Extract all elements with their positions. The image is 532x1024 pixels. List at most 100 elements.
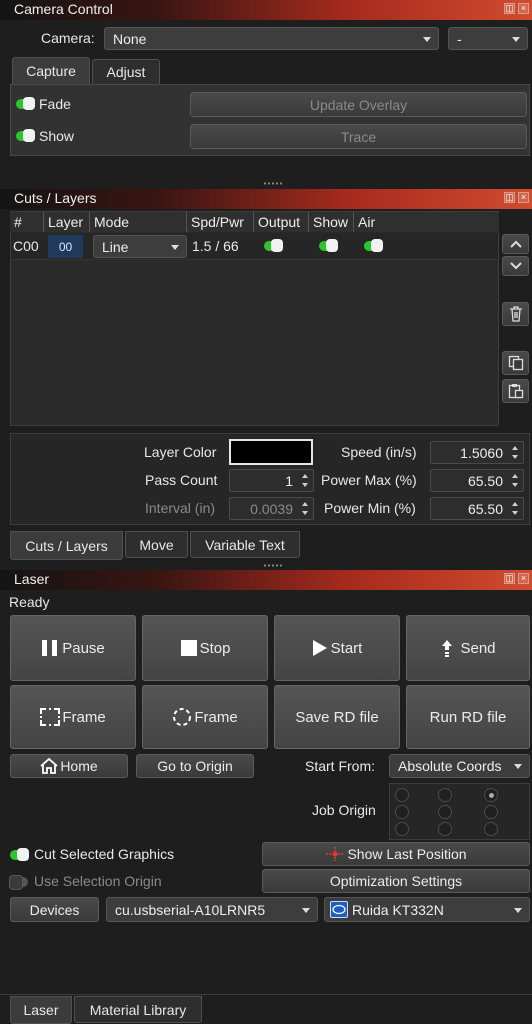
fade-toggle[interactable] <box>16 97 35 110</box>
stop-label: Stop <box>199 639 231 657</box>
start-from-label: Start From: <box>305 758 376 774</box>
tab-laser[interactable]: Laser <box>10 996 72 1024</box>
row-show-toggle[interactable] <box>319 239 338 252</box>
pause-icon <box>42 640 58 656</box>
origin-radio-bl[interactable] <box>395 822 409 836</box>
layer-color-chip[interactable]: 00 <box>48 235 83 258</box>
tab-variable-text[interactable]: Variable Text <box>190 531 300 558</box>
trace-button[interactable]: Trace <box>190 124 527 149</box>
tab-adjust[interactable]: Adjust <box>92 59 160 85</box>
cut-selected-toggle[interactable] <box>10 848 29 861</box>
table-row[interactable] <box>11 233 498 260</box>
row-air-toggle[interactable] <box>364 239 383 252</box>
home-button[interactable]: Home <box>10 754 128 778</box>
pass-count-stepper[interactable]: 1 <box>229 469 314 492</box>
go-to-origin-button[interactable]: Go to Origin <box>136 754 254 778</box>
close-panel-icon[interactable]: × <box>518 192 529 203</box>
start-button[interactable]: Start <box>274 615 400 681</box>
stepper-arrows-icon[interactable] <box>509 444 521 461</box>
stepper-arrows-icon[interactable] <box>509 472 521 489</box>
power-max-value: 65.50 <box>467 472 503 489</box>
copy-layer-button[interactable] <box>502 351 529 375</box>
camera-control-title: Camera Control <box>14 1 113 17</box>
origin-radio-bc[interactable] <box>438 822 452 836</box>
origin-radio-tl[interactable] <box>395 788 409 802</box>
power-max-stepper[interactable]: 65.50 <box>430 469 524 492</box>
interval-label: Interval (in) <box>145 500 216 516</box>
save-rd-file-label: Save RD file <box>295 708 379 726</box>
stepper-arrows-icon[interactable] <box>299 472 311 489</box>
camera-secondary-select[interactable]: - <box>448 27 528 50</box>
row-mode-select[interactable]: Line <box>93 235 187 258</box>
tab-move[interactable]: Move <box>125 531 188 558</box>
pause-button[interactable]: Pause <box>10 615 136 681</box>
power-min-label: Power Min (%) <box>324 500 416 516</box>
paste-layer-button[interactable] <box>502 379 529 403</box>
power-min-value: 65.50 <box>467 500 503 517</box>
run-rd-file-button[interactable]: Run RD file <box>406 685 530 749</box>
splitter-handle[interactable] <box>263 564 283 567</box>
save-rd-file-button[interactable]: Save RD file <box>274 685 400 749</box>
pass-count-label: Pass Count <box>145 472 218 488</box>
frame-circle-button[interactable]: Frame <box>142 685 268 749</box>
send-button[interactable]: Send <box>406 615 530 681</box>
frame-button[interactable]: Frame <box>10 685 136 749</box>
origin-radio-mr[interactable] <box>484 805 498 819</box>
camera-select-value: None <box>113 30 147 47</box>
close-panel-icon[interactable]: × <box>518 3 529 14</box>
trash-icon <box>509 306 522 322</box>
go-to-origin-label: Go to Origin <box>157 758 233 774</box>
origin-radio-ml[interactable] <box>395 805 409 819</box>
show-last-position-button[interactable]: Show Last Position <box>262 842 530 866</box>
col-header-spd-pwr[interactable]: Spd/Pwr <box>187 212 254 232</box>
copy-icon <box>508 355 523 371</box>
col-header-output[interactable]: Output <box>254 212 309 232</box>
origin-radio-mc[interactable] <box>438 805 452 819</box>
delete-layer-button[interactable] <box>502 302 529 326</box>
play-icon <box>312 640 327 656</box>
update-overlay-button[interactable]: Update Overlay <box>190 92 527 117</box>
port-select[interactable]: cu.usbserial-A10LRNR5 <box>106 897 318 922</box>
layer-color-swatch[interactable] <box>229 439 313 465</box>
devices-button[interactable]: Devices <box>10 897 99 922</box>
chevron-down-icon <box>509 262 522 270</box>
use-selection-origin-toggle[interactable] <box>9 875 28 890</box>
tab-adjust-label: Adjust <box>106 64 146 80</box>
origin-radio-tr[interactable] <box>484 788 498 802</box>
show-toggle[interactable] <box>16 129 35 142</box>
move-layer-up-button[interactable] <box>502 234 529 254</box>
power-min-stepper[interactable]: 65.50 <box>430 497 524 520</box>
home-icon <box>40 758 58 774</box>
col-header-mode[interactable]: Mode <box>90 212 187 232</box>
cuts-layers-titlebar: Cuts / Layers ◫ × <box>0 189 532 209</box>
col-header-show[interactable]: Show <box>309 212 354 232</box>
float-panel-icon[interactable]: ◫ <box>504 3 515 14</box>
col-header-air[interactable]: Air <box>354 212 499 232</box>
origin-radio-br[interactable] <box>484 822 498 836</box>
ruida-logo-icon <box>330 901 348 918</box>
float-panel-icon[interactable]: ◫ <box>504 573 515 584</box>
start-from-select[interactable]: Absolute Coords <box>389 754 530 778</box>
speed-stepper[interactable]: 1.5060 <box>430 441 524 464</box>
tab-material-library[interactable]: Material Library <box>74 996 202 1023</box>
chevron-down-icon <box>514 907 522 913</box>
splitter-handle[interactable] <box>263 182 283 185</box>
col-header-layer[interactable]: Layer <box>44 212 90 232</box>
controller-select[interactable]: Ruida KT332N <box>324 897 530 922</box>
pause-label: Pause <box>62 639 105 657</box>
col-header-num[interactable]: # <box>10 212 44 232</box>
move-layer-down-button[interactable] <box>502 256 529 276</box>
row-output-toggle[interactable] <box>264 239 283 252</box>
stepper-arrows-icon[interactable] <box>299 500 311 517</box>
optimization-settings-button[interactable]: Optimization Settings <box>262 869 530 893</box>
interval-stepper[interactable]: 0.0039 <box>229 497 314 520</box>
tab-cuts-layers[interactable]: Cuts / Layers <box>10 531 123 560</box>
origin-radio-tc[interactable] <box>438 788 452 802</box>
stop-button[interactable]: Stop <box>142 615 268 681</box>
frame-circle-icon <box>173 708 192 726</box>
float-panel-icon[interactable]: ◫ <box>504 192 515 203</box>
stepper-arrows-icon[interactable] <box>509 500 521 517</box>
camera-select[interactable]: None <box>104 27 439 50</box>
tab-capture[interactable]: Capture <box>12 57 90 85</box>
close-panel-icon[interactable]: × <box>518 573 529 584</box>
